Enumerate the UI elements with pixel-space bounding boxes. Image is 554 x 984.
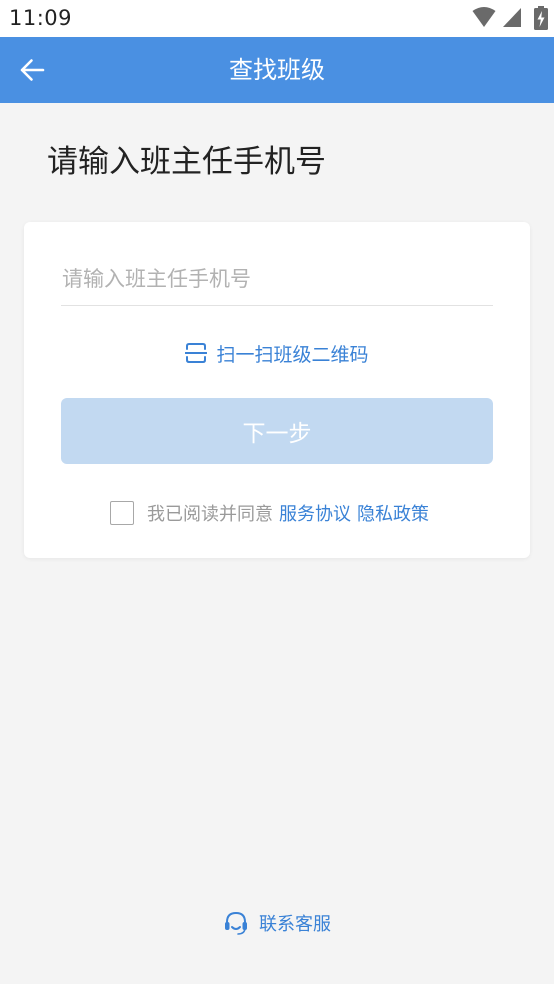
scan-qr-label: 扫一扫班级二维码 bbox=[216, 343, 369, 366]
status-time: 11:09 bbox=[9, 6, 73, 30]
contact-support-link[interactable]: 联系客服 bbox=[0, 908, 554, 938]
wifi-icon bbox=[472, 7, 496, 27]
cell-signal-icon bbox=[503, 8, 521, 27]
agree-checkbox[interactable] bbox=[110, 501, 134, 525]
page-heading: 请输入班主任手机号 bbox=[47, 144, 326, 180]
agreement-row: 我已阅读并同意 服务协议 隐私政策 bbox=[110, 498, 435, 528]
next-step-button[interactable]: 下一步 bbox=[61, 398, 493, 464]
scan-icon bbox=[185, 342, 208, 364]
contact-support-label: 联系客服 bbox=[259, 914, 331, 935]
battery-charging-icon bbox=[534, 6, 548, 30]
form-card: 扫一扫班级二维码 下一步 我已阅读并同意 服务协议 隐私政策 bbox=[24, 222, 530, 558]
app-title: 查找班级 bbox=[229, 56, 325, 84]
scan-qr-link[interactable]: 扫一扫班级二维码 bbox=[24, 338, 530, 368]
headset-icon bbox=[223, 910, 249, 936]
app-bar: 查找班级 bbox=[0, 37, 554, 103]
phone-input[interactable] bbox=[61, 262, 493, 306]
privacy-link[interactable]: 隐私政策 bbox=[357, 500, 429, 526]
agree-text: 我已阅读并同意 bbox=[147, 504, 273, 525]
terms-link[interactable]: 服务协议 bbox=[279, 500, 351, 526]
status-bar: 11:09 bbox=[0, 0, 554, 37]
